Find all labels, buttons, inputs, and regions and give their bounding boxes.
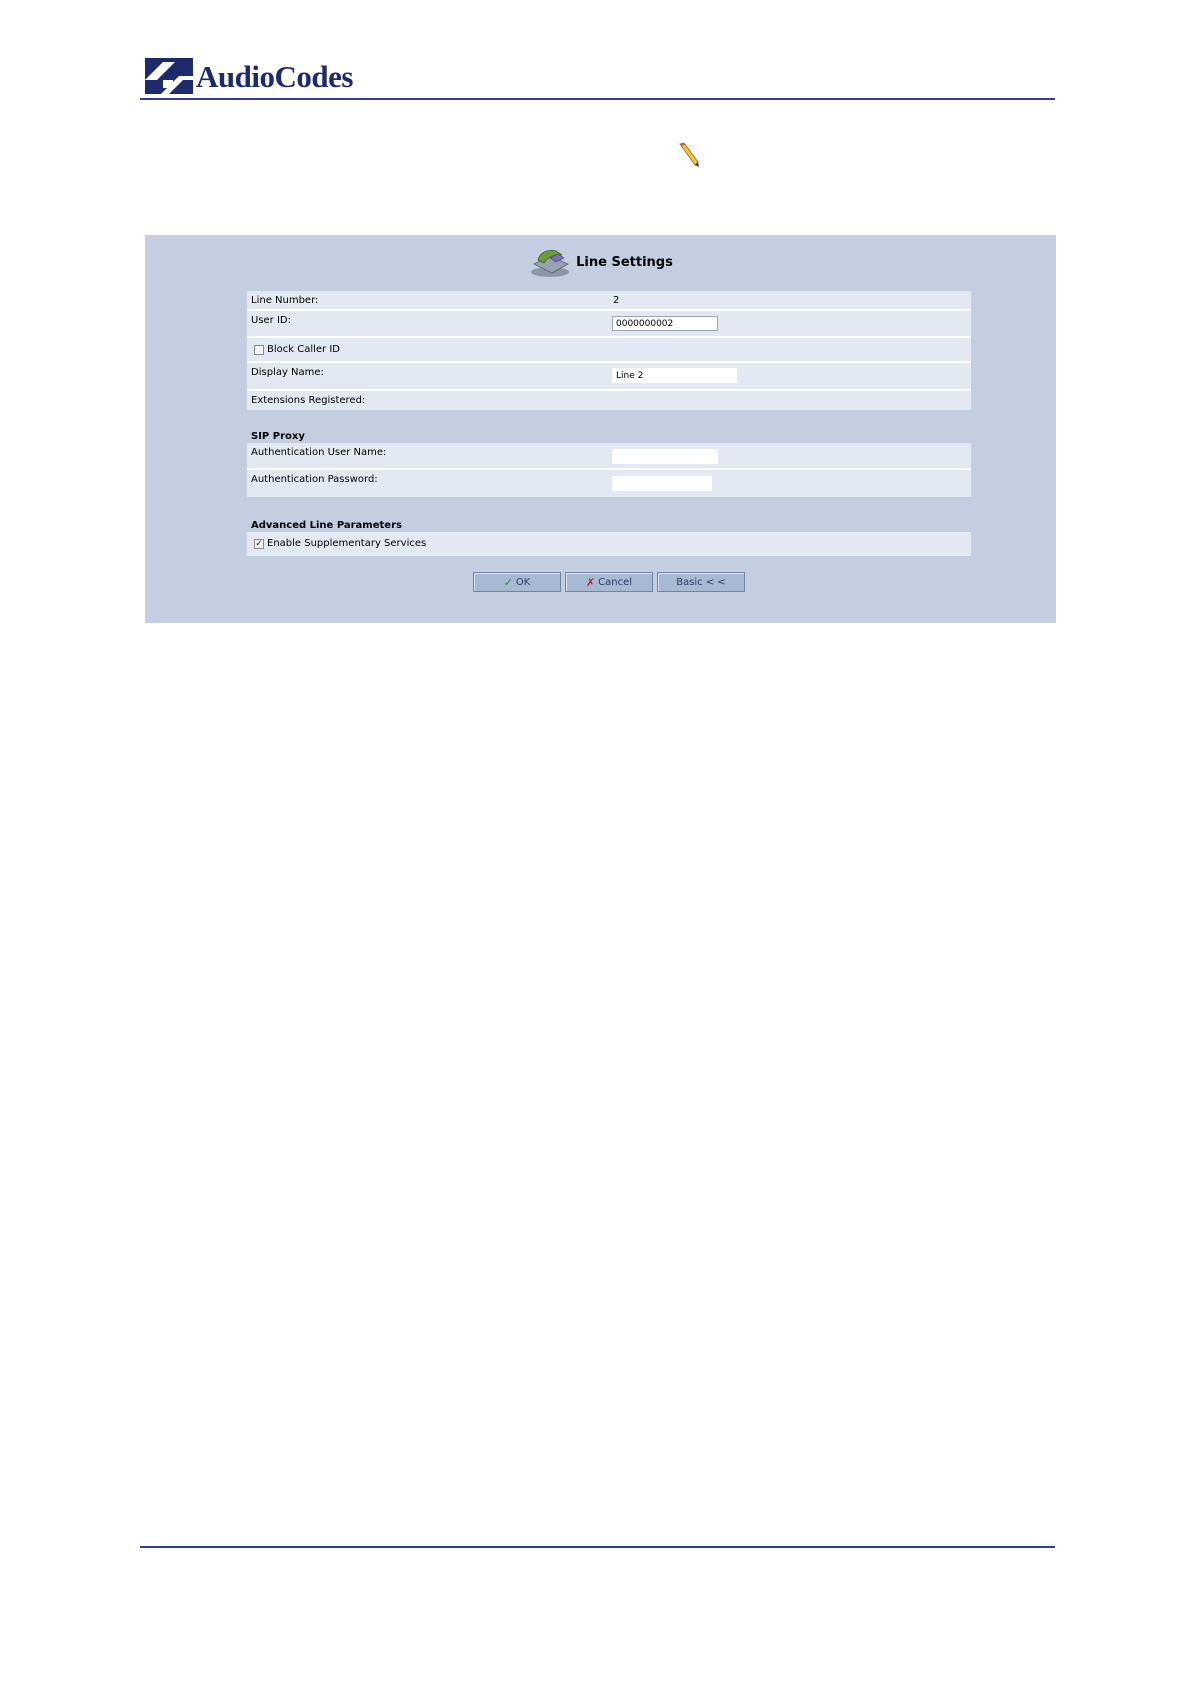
sip-proxy-heading: SIP Proxy bbox=[247, 410, 971, 443]
auth-password-label: Authentication Password: bbox=[251, 474, 378, 485]
display-name-label: Display Name: bbox=[251, 367, 324, 378]
extensions-registered-label: Extensions Registered: bbox=[251, 395, 366, 406]
block-caller-id-label: Block Caller ID bbox=[267, 344, 340, 355]
line-number-label: Line Number: bbox=[251, 295, 319, 306]
line-number-row: Line Number: 2 bbox=[247, 291, 971, 311]
block-caller-id-row: Block Caller ID bbox=[247, 338, 971, 363]
checkmark-icon: ✓ bbox=[503, 575, 513, 589]
line-settings-form: Line Number: 2 User ID: 0000000002 Block… bbox=[247, 291, 971, 556]
advanced-heading-text: Advanced Line Parameters bbox=[251, 520, 402, 531]
pencil-icon bbox=[679, 142, 699, 167]
panel-header: Line Settings bbox=[145, 245, 1056, 279]
cancel-button[interactable]: ✗ Cancel bbox=[565, 572, 653, 592]
logo-mark-icon bbox=[145, 58, 193, 94]
ok-label: OK bbox=[515, 576, 531, 588]
supplementary-row: ✓ Enable Supplementary Services bbox=[247, 532, 971, 556]
button-bar: ✓ OK ✗ Cancel Basic < < bbox=[473, 572, 745, 592]
advanced-heading: Advanced Line Parameters bbox=[247, 497, 971, 532]
phone-icon bbox=[531, 250, 570, 277]
x-icon: ✗ bbox=[585, 575, 596, 589]
panel-title: Line Settings bbox=[576, 254, 673, 270]
header-rule bbox=[140, 98, 1055, 100]
block-caller-id-checkbox[interactable] bbox=[254, 345, 264, 355]
auth-user-row: Authentication User Name: bbox=[247, 443, 971, 470]
ok-button[interactable]: ✓ OK bbox=[473, 572, 561, 592]
basic-label: Basic < < bbox=[676, 576, 726, 588]
footer-rule bbox=[140, 1546, 1055, 1548]
user-id-row: User ID: 0000000002 bbox=[247, 311, 971, 338]
auth-user-label: Authentication User Name: bbox=[251, 447, 387, 458]
supplementary-label: Enable Supplementary Services bbox=[267, 538, 427, 549]
brand-name: AudioCodes bbox=[196, 58, 353, 94]
auth-user-input[interactable] bbox=[612, 449, 718, 464]
line-number-value: 2 bbox=[613, 295, 620, 306]
user-id-input[interactable]: 0000000002 bbox=[612, 316, 718, 331]
display-name-row: Display Name: Line 2 bbox=[247, 363, 971, 391]
supplementary-checkbox[interactable]: ✓ bbox=[254, 539, 264, 549]
company-logo: AudioCodes bbox=[145, 56, 353, 96]
display-name-input[interactable]: Line 2 bbox=[612, 368, 737, 383]
cancel-label: Cancel bbox=[598, 576, 633, 588]
user-id-label: User ID: bbox=[251, 315, 291, 326]
line-settings-panel: Line Settings Line Number: 2 User ID: 00… bbox=[145, 235, 1056, 623]
auth-password-input[interactable] bbox=[612, 476, 712, 491]
sip-proxy-heading-text: SIP Proxy bbox=[251, 431, 305, 442]
basic-button[interactable]: Basic < < bbox=[657, 572, 745, 592]
auth-password-row: Authentication Password: bbox=[247, 470, 971, 497]
extensions-registered-row: Extensions Registered: bbox=[247, 391, 971, 410]
